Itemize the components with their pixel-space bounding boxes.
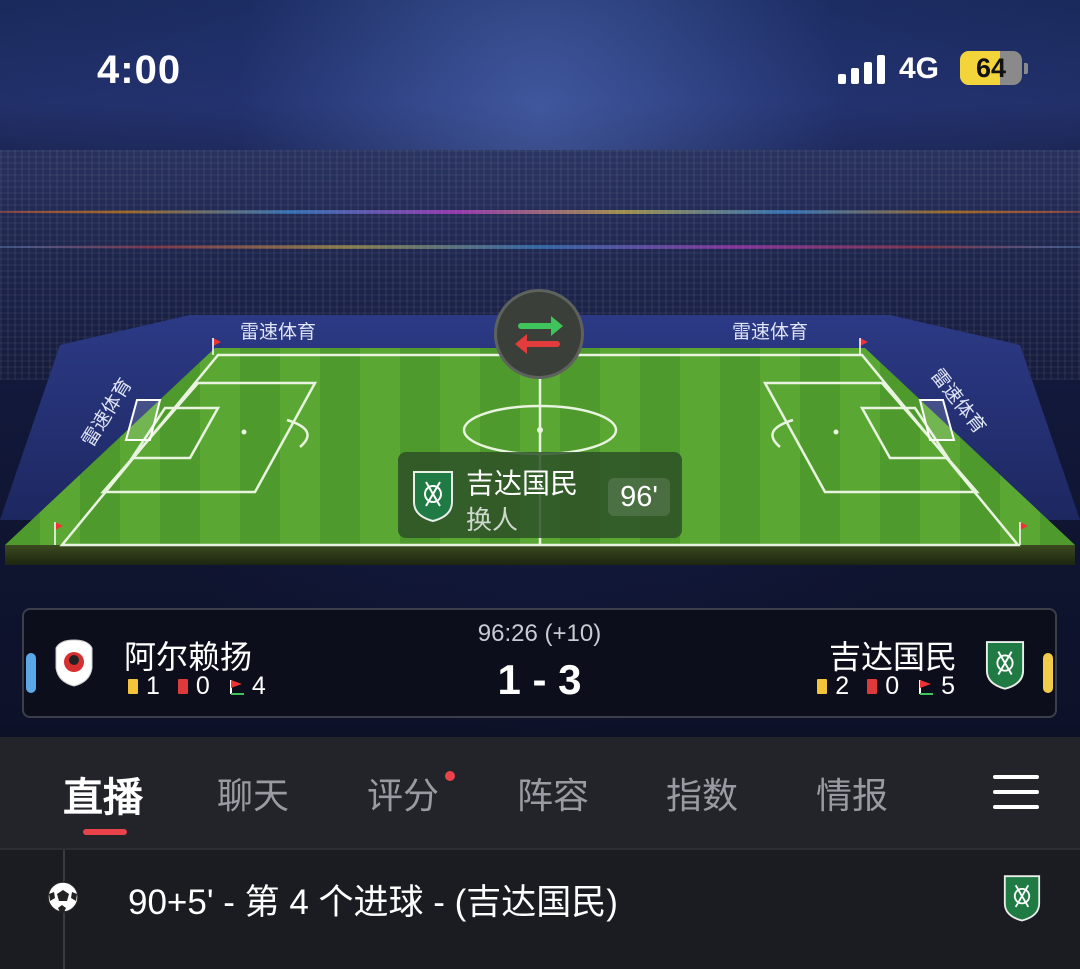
team-crest-icon [1003,875,1041,922]
tab-intel[interactable]: 情报 [816,767,888,819]
away-corner-count: 5 [941,672,955,700]
network-type: 4G [899,52,940,85]
substitution-arrows-icon [515,316,563,354]
away-red-count: 0 [885,672,900,700]
active-tab-indicator [83,829,127,835]
away-color-marker [1043,653,1053,693]
pitch-edge [5,545,1075,565]
status-bar: 4:00 4G 64 [0,0,1080,130]
red-card-icon [867,679,878,694]
stadium-light-ring [0,210,1080,214]
tab-live[interactable]: 直播 [63,765,143,823]
corner-flag-icon [919,679,934,695]
tab-ratings[interactable]: 评分 [367,767,439,819]
signal-icon [838,54,886,84]
soccer-ball-icon [47,881,79,913]
stadium-light-ring [0,245,1080,249]
menu-icon[interactable] [993,775,1039,809]
battery-tip [1024,63,1028,74]
event-type: 换人 [466,505,519,535]
yellow-card-icon [817,679,828,694]
event-minute: 96' [608,478,670,516]
team-crest-icon [413,471,453,522]
away-team-stats: 2 0 5 [817,672,955,701]
sponsor-board-text: 雷速体育 [240,321,316,343]
event-team-name: 吉达国民 [466,468,579,499]
substitution-button[interactable] [494,289,584,379]
notification-dot [445,771,455,781]
live-event-card[interactable]: 吉达国民 换人 96' [398,452,682,538]
tab-odds[interactable]: 指数 [666,767,738,819]
feed-item-text[interactable]: 90+5' - 第 4 个进球 - (吉达国民) [128,874,618,925]
tab-bar: 直播 聊天 评分 阵容 指数 情报 [0,737,1080,848]
tab-chat[interactable]: 聊天 [217,767,289,819]
battery-level: 64 [975,53,1007,83]
away-team-crest-icon [985,641,1025,690]
away-yellow-count: 2 [835,672,850,700]
sponsor-board-text: 雷速体育 [732,321,808,343]
battery-icon: 64 [960,51,1022,85]
status-time: 4:00 [97,48,182,92]
tab-lineup[interactable]: 阵容 [517,767,589,819]
scoreboard: 阿尔赖扬 1 0 4 96:26 (+10) 1 - 3 吉达国民 2 0 5 [22,608,1057,718]
